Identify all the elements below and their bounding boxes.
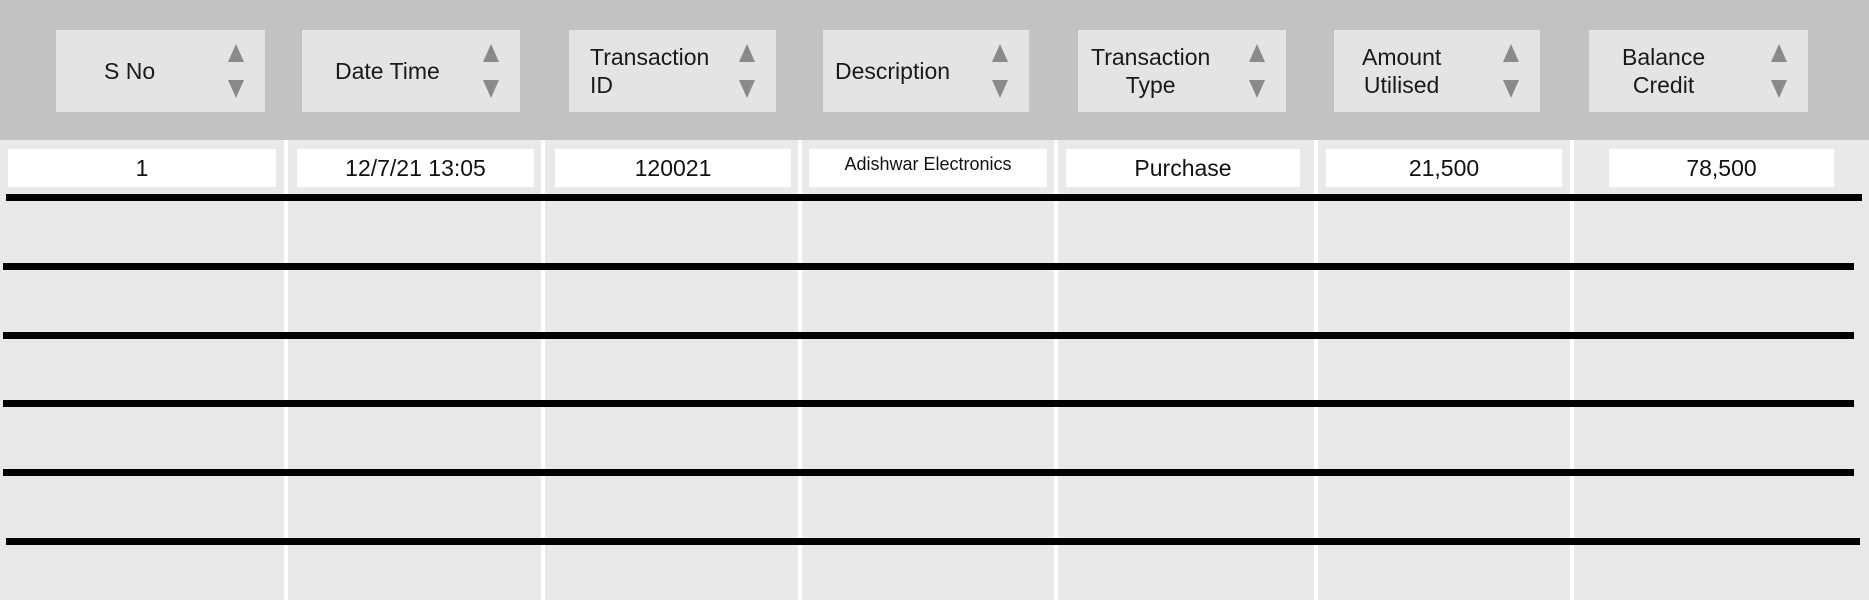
- sort-control: [1500, 44, 1522, 98]
- cell-balance-credit: 78,500: [1609, 149, 1834, 187]
- sort-ascending-icon[interactable]: [992, 44, 1008, 62]
- column-divider: [1054, 140, 1058, 600]
- column-header-amount-utilised[interactable]: Amount Utilised: [1334, 30, 1540, 112]
- column-header-label: Amount Utilised: [1362, 44, 1442, 98]
- column-divider: [541, 140, 545, 600]
- sort-ascending-icon[interactable]: [1249, 44, 1265, 62]
- column-header-label: Balance Credit: [1622, 44, 1706, 98]
- cell-transaction-id: 120021: [555, 149, 791, 187]
- column-divider: [1570, 140, 1574, 600]
- cell-s-no: 1: [8, 149, 276, 187]
- column-header-label: Date Time: [335, 58, 440, 84]
- sort-control: [1246, 44, 1268, 98]
- sort-descending-icon[interactable]: [739, 80, 755, 98]
- sort-control: [989, 44, 1011, 98]
- sort-descending-icon[interactable]: [1771, 80, 1787, 98]
- column-header-label: Transaction ID: [590, 44, 710, 98]
- column-header-s-no[interactable]: S No: [56, 30, 265, 112]
- column-header-description[interactable]: Description: [823, 30, 1029, 112]
- sort-descending-icon[interactable]: [1249, 80, 1265, 98]
- sort-control: [736, 44, 758, 98]
- sort-descending-icon[interactable]: [992, 80, 1008, 98]
- sort-descending-icon[interactable]: [1503, 80, 1519, 98]
- column-header-date-time[interactable]: Date Time: [302, 30, 520, 112]
- sort-ascending-icon[interactable]: [483, 44, 499, 62]
- cell-transaction-type: Purchase: [1066, 149, 1300, 187]
- row-divider: [6, 194, 1862, 201]
- column-divider: [1314, 140, 1318, 600]
- sort-descending-icon[interactable]: [228, 80, 244, 98]
- cell-amount-utilised: 21,500: [1326, 149, 1562, 187]
- column-header-label: Description: [835, 58, 951, 84]
- column-header-transaction-id[interactable]: Transaction ID: [569, 30, 776, 112]
- cell-date-time: 12/7/21 13:05: [297, 149, 534, 187]
- sort-ascending-icon[interactable]: [1503, 44, 1519, 62]
- column-divider: [284, 140, 288, 600]
- sort-control: [1768, 44, 1790, 98]
- row-divider: [6, 538, 1860, 545]
- cell-description: Adishwar Electronics: [809, 149, 1047, 187]
- row-divider: [3, 400, 1854, 407]
- sort-ascending-icon[interactable]: [1771, 44, 1787, 62]
- sort-control: [225, 44, 247, 98]
- sort-descending-icon[interactable]: [483, 80, 499, 98]
- column-header-transaction-type[interactable]: Transaction Type: [1078, 30, 1286, 112]
- row-divider: [3, 469, 1854, 476]
- column-divider: [798, 140, 802, 600]
- column-header-label: S No: [104, 58, 156, 84]
- row-divider: [3, 332, 1854, 339]
- table-header: S No Date Time Transaction ID Descriptio…: [0, 0, 1869, 140]
- sort-ascending-icon[interactable]: [739, 44, 755, 62]
- column-header-balance-credit[interactable]: Balance Credit: [1589, 30, 1808, 112]
- sort-control: [480, 44, 502, 98]
- transactions-table: S No Date Time Transaction ID Descriptio…: [0, 0, 1869, 600]
- column-header-label: Transaction Type: [1091, 44, 1211, 98]
- sort-ascending-icon[interactable]: [228, 44, 244, 62]
- row-divider: [3, 263, 1854, 270]
